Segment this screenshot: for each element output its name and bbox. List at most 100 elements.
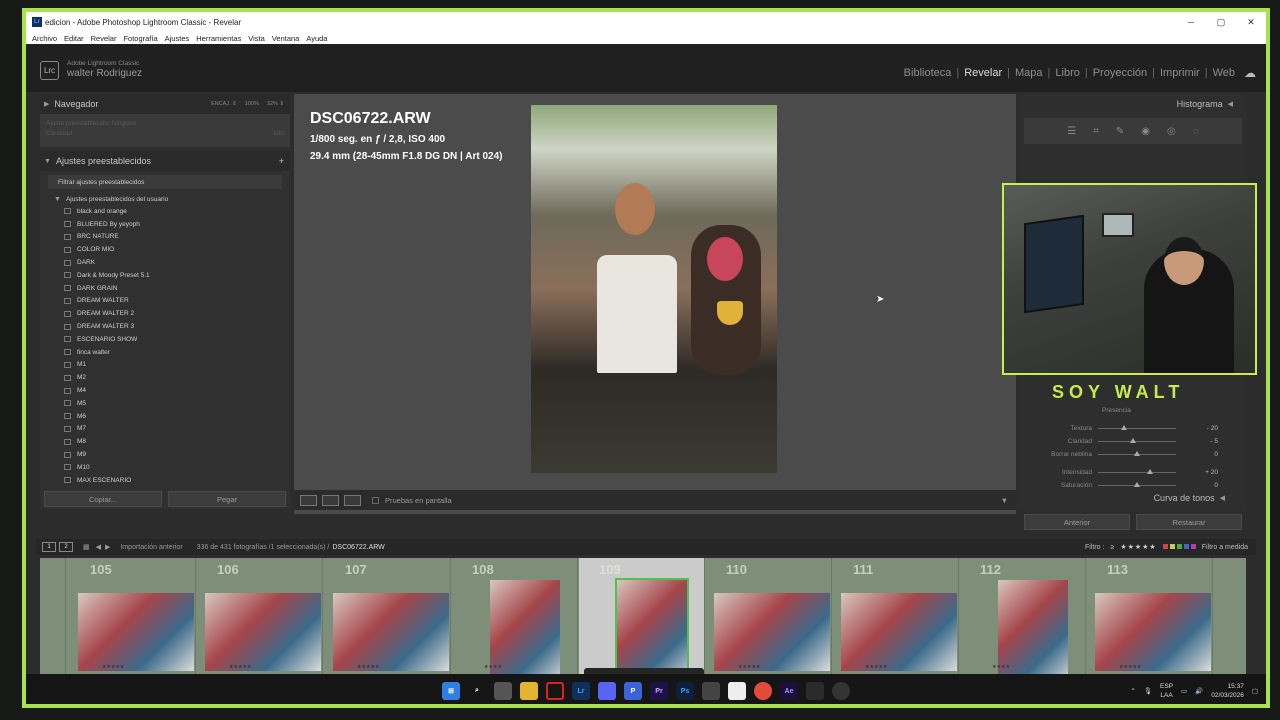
edit-sliders-icon[interactable]: ☰ [1067,126,1076,137]
slider-row[interactable]: Intensidad + 20 [1026,466,1226,478]
slider-row[interactable]: Borrar neblina 0 [1026,448,1226,460]
preset-item[interactable]: M2 [44,371,290,384]
film-thumbnail[interactable] [714,593,830,671]
copy-button[interactable]: Copiar... [44,491,162,507]
user-presets-folder[interactable]: ▼ Ajustes preestablecidos del usuario [40,193,290,205]
zoom-100[interactable]: 100% [245,101,259,107]
film-thumbnail[interactable] [333,593,449,671]
back-arrow-icon[interactable]: ◀ [96,543,101,551]
red-eye-icon[interactable]: ◉ [1141,126,1150,137]
slider-knob[interactable] [1120,424,1127,430]
film-cell[interactable]: 112 ★★★★ [960,558,1086,678]
menu-vista[interactable]: Vista [248,34,265,43]
healing-icon[interactable]: ✎ [1116,126,1124,137]
slider-track[interactable] [1098,424,1176,430]
window-1-button[interactable]: 1 [42,542,56,552]
slider-row[interactable]: Saturación 0 [1026,479,1226,491]
slider-knob[interactable] [1147,468,1154,474]
chrome-icon[interactable] [754,682,772,700]
film-cell[interactable]: 106 ★★★★★ [197,558,323,678]
maximize-button[interactable]: ▢ [1206,12,1236,32]
paste-button[interactable]: Pegar [168,491,286,507]
rating-filter-stars[interactable]: ★★★★★ [1120,543,1156,551]
module-libro[interactable]: Libro [1050,67,1084,79]
capcut-icon[interactable] [702,682,720,700]
after-effects-icon[interactable]: Ae [780,682,798,700]
module-proyeccion[interactable]: Proyección [1088,67,1152,79]
module-imprimir[interactable]: Imprimir [1155,67,1205,79]
film-thumbnail[interactable] [1095,593,1211,671]
obs-icon[interactable] [832,682,850,700]
search-icon[interactable]: ⌕ [468,682,486,700]
masking-icon[interactable]: ◎ [1167,126,1176,137]
toolbar-menu-icon[interactable]: ▼ [1001,496,1008,505]
slider-track[interactable] [1098,437,1176,443]
film-thumbnail[interactable] [78,593,194,671]
preset-item[interactable]: DREAM WALTER 2 [44,307,290,320]
zoom-custom[interactable]: 32% ⇕ [267,101,284,107]
film-thumbnail[interactable] [615,578,689,678]
preset-item[interactable]: COLOR MIO [44,243,290,256]
menu-archivo[interactable]: Archivo [32,34,57,43]
rating-operator[interactable]: ≥ [1110,544,1114,551]
film-cell[interactable]: 110 ★★★★★ [706,558,832,678]
forward-arrow-icon[interactable]: ▶ [105,543,110,551]
reset-button[interactable]: Restaurar [1136,514,1242,530]
menu-ventana[interactable]: Ventana [272,34,300,43]
preset-item[interactable]: M8 [44,435,290,448]
add-preset-icon[interactable]: + [279,156,290,166]
film-cell[interactable]: 109 [579,558,705,678]
preset-item[interactable]: M4 [44,384,290,397]
custom-filter-select[interactable]: Filtro a medida [1202,544,1248,551]
previous-button[interactable]: Anterior [1024,514,1130,530]
tray-chevron-icon[interactable]: ⌃ [1130,687,1135,695]
clock[interactable]: 15:37 02/03/2026 [1211,682,1244,700]
film-thumbnail[interactable] [841,593,957,671]
window-2-button[interactable]: 2 [59,542,73,552]
soft-proof-checkbox[interactable] [372,496,379,504]
slider-knob[interactable] [1134,481,1140,487]
minimize-button[interactable]: ─ [1176,12,1206,32]
preset-item[interactable]: BLUERED By yeyoph [44,218,290,231]
slider-row[interactable]: Claridad - 5 [1026,435,1226,447]
loupe-view-icon[interactable] [300,494,317,506]
preset-filter-input[interactable]: Filtrar ajustes preestablecidos [48,175,282,189]
preset-item[interactable]: M1 [44,359,290,372]
notifications-icon[interactable]: ▢ [1252,687,1258,695]
film-cell[interactable]: 105 ★★★★★ [70,558,196,678]
preset-item[interactable]: DARK [44,256,290,269]
source-label[interactable]: Importación anterior [120,544,182,551]
preset-item[interactable]: M10 [44,461,290,474]
slider-knob[interactable] [1134,450,1140,456]
preset-item[interactable]: M9 [44,448,290,461]
preset-item[interactable]: M5 [44,397,290,410]
photoshop-icon[interactable]: Ps [676,682,694,700]
menu-ayuda[interactable]: Ayuda [306,34,327,43]
volume-icon[interactable]: 🔊 [1195,687,1203,695]
crop-icon[interactable]: ⌗ [1093,126,1099,137]
navigator-header[interactable]: ▶ Navegador ENCAJ. ⇕ 100% 32% ⇕ [40,94,290,114]
mic-icon[interactable]: 🎙 [1144,687,1152,695]
menu-editar[interactable]: Editar [64,34,84,43]
network-icon[interactable]: ▭ [1181,687,1187,695]
menu-herramientas[interactable]: Herramientas [196,34,241,43]
pr-blue-icon[interactable]: P [624,682,642,700]
preset-item[interactable]: finca walter [44,346,290,359]
preset-item[interactable]: DREAM WALTER 3 [44,320,290,333]
task-view-icon[interactable] [494,682,512,700]
menu-revelar[interactable]: Revelar [91,34,117,43]
slider-track[interactable] [1098,450,1176,456]
slider-track[interactable] [1098,468,1176,474]
lightroom-taskbar-icon[interactable]: Lr [572,682,590,700]
film-thumbnail[interactable] [205,593,321,671]
presets-tool-icon[interactable]: ◌ [1193,126,1199,137]
color-label-filter[interactable] [1162,543,1196,551]
preset-item[interactable]: ESCENARIO SHOW [44,333,290,346]
preset-item[interactable]: M6 [44,410,290,423]
preset-item[interactable]: M7 [44,423,290,436]
film-cell[interactable]: 107 ★★★★★ [325,558,451,678]
presets-header[interactable]: ▼ Ajustes preestablecidos + [40,151,290,171]
file-explorer-icon[interactable] [520,682,538,700]
preset-item[interactable]: Dark & Moody Preset 5.1 [44,269,290,282]
module-web[interactable]: Web [1208,67,1240,79]
